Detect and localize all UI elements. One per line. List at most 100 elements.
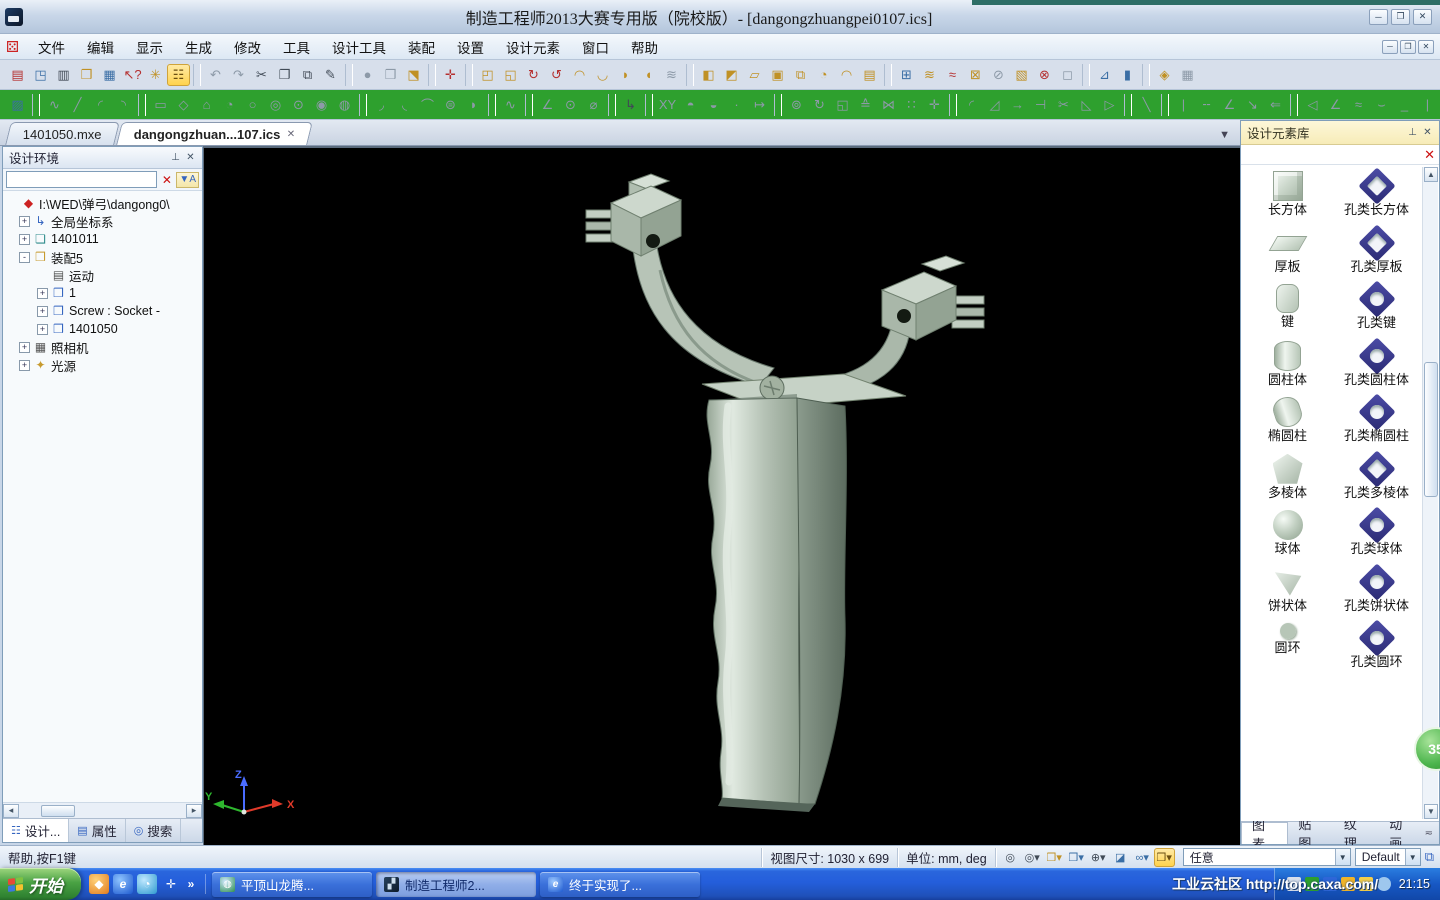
sweep-icon[interactable]: ◠ <box>568 64 591 86</box>
trim-icon[interactable]: ✂ <box>1052 94 1075 116</box>
flat-constraint-icon[interactable]: _ <box>1393 94 1416 116</box>
raise-face2-icon[interactable]: ◒ <box>702 94 725 116</box>
start-button[interactable]: 开始 <box>0 868 81 900</box>
diameter-icon[interactable]: ⌀ <box>582 94 605 116</box>
circle-radius-icon[interactable]: ◍ <box>333 94 356 116</box>
tree-item[interactable]: ◆ I:\WED\弹弓\dangong0\ <box>3 194 202 212</box>
menu-item[interactable]: 设计工具 <box>321 34 397 60</box>
quick-launch-messenger-icon[interactable]: ◔ <box>137 874 157 894</box>
tree-item[interactable]: + ↳ 全局坐标系 <box>3 212 202 230</box>
doc-minimize-button[interactable]: ─ <box>1382 40 1398 54</box>
quick-launch-ie-icon[interactable]: e <box>113 874 133 894</box>
xy-projection-icon[interactable]: XY <box>656 94 679 116</box>
pin-icon[interactable]: ⊥ <box>1405 126 1420 140</box>
document-tab[interactable]: 1401050.mxe <box>5 122 120 145</box>
circle-tangent-icon[interactable]: ◉ <box>310 94 333 116</box>
scroll-right-icon[interactable]: ▸ <box>186 804 202 818</box>
library-item[interactable]: 圆环 <box>1243 619 1332 670</box>
revolve-icon[interactable]: ↻ <box>522 64 545 86</box>
separator[interactable] <box>193 64 201 86</box>
tree-expander[interactable]: + <box>37 288 48 299</box>
tray-star-icon[interactable] <box>1323 877 1337 891</box>
cut-icon[interactable]: ✂ <box>250 64 273 86</box>
library-item[interactable]: 孔类多棱体 <box>1332 450 1421 501</box>
library-item[interactable]: 孔类圆环 <box>1332 619 1421 670</box>
separator[interactable] <box>608 94 616 116</box>
tray-messenger-icon[interactable] <box>1377 877 1391 891</box>
wizard-icon[interactable]: ✳ <box>144 64 167 86</box>
redo-icon[interactable]: ↷ <box>227 64 250 86</box>
library-item[interactable]: 孔类键 <box>1332 280 1421 331</box>
render-style-icon[interactable]: ❒▾ <box>1154 848 1175 867</box>
tree-item[interactable]: + ❏ 1401011 <box>3 230 202 248</box>
perspective-icon[interactable]: ∞▾ <box>1132 848 1153 867</box>
library-item[interactable]: 长方体 <box>1243 167 1332 218</box>
tree-expander[interactable]: + <box>19 360 30 371</box>
tree-item[interactable]: ▤ 运动 <box>3 266 202 284</box>
scroll-left-icon[interactable]: ◂ <box>3 804 19 818</box>
arc-3pt-icon[interactable]: ◝ <box>112 94 135 116</box>
separator[interactable] <box>949 94 957 116</box>
fillet2d-icon[interactable]: ◜ <box>960 94 983 116</box>
library-item[interactable]: 孔类椭圆柱 <box>1332 393 1421 444</box>
file-preview-icon[interactable]: ◳ <box>29 64 52 86</box>
scroll-down-icon[interactable]: ▼ <box>1424 804 1438 819</box>
ellipse-arc-icon[interactable]: ◗ <box>462 94 485 116</box>
circle-icon[interactable]: ○ <box>241 94 264 116</box>
separator[interactable] <box>488 94 496 116</box>
arc-plus-icon[interactable]: ◟ <box>393 94 416 116</box>
menu-item[interactable]: 编辑 <box>76 34 125 60</box>
copy-feature-icon[interactable]: ❒ <box>379 64 402 86</box>
pin-icon[interactable]: ⊥ <box>168 151 183 165</box>
vertical-constraint-icon[interactable]: | <box>1416 94 1439 116</box>
close-button[interactable]: ✕ <box>1413 9 1432 25</box>
dim-vertical-icon[interactable]: | <box>1172 94 1195 116</box>
feature-tree-icon[interactable]: ☷ <box>167 64 190 86</box>
tree-item[interactable]: + ❒ Screw : Socket - <box>3 302 202 320</box>
twist-icon[interactable]: ≈ <box>941 64 964 86</box>
separator[interactable] <box>345 64 353 86</box>
cylinder-check-icon[interactable]: ▮ <box>1116 64 1139 86</box>
menu-item[interactable]: 设置 <box>446 34 495 60</box>
separator[interactable] <box>359 94 367 116</box>
close-tab-icon[interactable]: ✕ <box>286 129 294 140</box>
close-panel-icon[interactable]: ✕ <box>1420 126 1435 140</box>
tree-item[interactable]: + ✦ 光源 <box>3 356 202 374</box>
task-button[interactable]: e 终于实现了... <box>540 872 700 897</box>
chevron-down-icon[interactable]: ▼ <box>1335 849 1350 865</box>
shell-feature-icon[interactable]: ▣ <box>766 64 789 86</box>
format-brush-icon[interactable]: ✎ <box>319 64 342 86</box>
library-tab[interactable]: 纹理 <box>1334 822 1379 844</box>
undo-icon[interactable]: ↶ <box>204 64 227 86</box>
tree-expander[interactable]: + <box>19 342 30 353</box>
pick-filter-icon[interactable]: ⊕▾ <box>1088 848 1109 867</box>
close-panel-icon[interactable]: ✕ <box>183 151 198 165</box>
raise-face-icon[interactable]: ◓ <box>679 94 702 116</box>
tree-item[interactable]: + ❒ 1401050 <box>3 320 202 338</box>
mirror-icon[interactable]: ⋈ <box>877 94 900 116</box>
angle-constraint-icon[interactable]: ∠ <box>1324 94 1347 116</box>
separator[interactable] <box>428 64 436 86</box>
menu-item[interactable]: 文件 <box>27 34 76 60</box>
eraser-icon[interactable]: ◪ <box>1110 848 1131 867</box>
library-item[interactable]: 孔类厚板 <box>1332 224 1421 275</box>
shade-mode-icon[interactable]: ❒▾ <box>1066 848 1087 867</box>
separator[interactable] <box>465 64 473 86</box>
curve-check-icon[interactable]: ⊿ <box>1093 64 1116 86</box>
task-button[interactable]: ◍ 平顶山龙腾... <box>212 872 372 897</box>
circle-3pt-icon[interactable]: ⊙ <box>287 94 310 116</box>
circle-center-icon[interactable]: ◔ <box>218 94 241 116</box>
library-item[interactable]: 孔类球体 <box>1332 506 1421 557</box>
tree-expander[interactable]: - <box>19 252 30 263</box>
separator[interactable] <box>1290 94 1298 116</box>
doc-restore-button[interactable]: ❐ <box>1400 40 1416 54</box>
rhombus-icon[interactable]: ◇ <box>172 94 195 116</box>
dim-leader-icon[interactable]: ↘ <box>1241 94 1264 116</box>
stretch-icon[interactable]: ≋ <box>918 64 941 86</box>
save-icon[interactable]: ▦ <box>98 64 121 86</box>
rotate-icon[interactable]: ↻ <box>808 94 831 116</box>
chevron-down-icon[interactable]: ▼ <box>1405 849 1420 865</box>
chamfer-feature-icon[interactable]: ◩ <box>720 64 743 86</box>
circle-r-icon[interactable]: ⊙ <box>559 94 582 116</box>
polygon-icon[interactable]: ⌂ <box>195 94 218 116</box>
